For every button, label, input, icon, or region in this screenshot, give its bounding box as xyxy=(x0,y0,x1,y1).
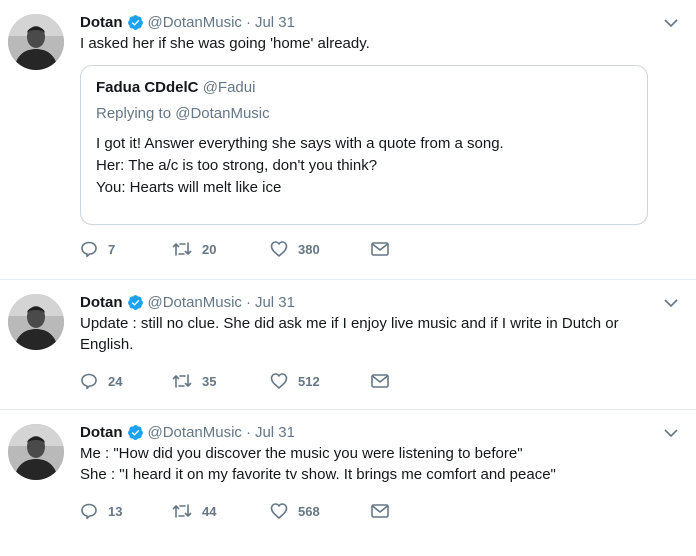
reply-count: 7 xyxy=(108,241,116,257)
like-count: 568 xyxy=(298,503,320,519)
tweet[interactable]: Dotan @DotanMusic · Jul 31 I asked her i… xyxy=(0,0,696,280)
tweet-header: Dotan @DotanMusic · Jul 31 xyxy=(80,292,680,312)
heart-icon xyxy=(270,373,288,389)
chevron-down-icon[interactable] xyxy=(662,294,680,312)
retweet-icon xyxy=(172,504,192,518)
author-handle[interactable]: @DotanMusic xyxy=(148,14,242,31)
author-name[interactable]: Dotan xyxy=(80,424,123,441)
reply-icon xyxy=(81,241,97,258)
tweet-text: I asked her if she was going 'home' alre… xyxy=(80,35,370,52)
quoted-tweet[interactable]: Fadua CDdelC @Fadui Replying to @DotanMu… xyxy=(80,65,648,225)
reply-button[interactable]: 7 xyxy=(80,240,172,258)
tweet-actions: 7 20 380 xyxy=(80,239,680,259)
tweet-header: Dotan @DotanMusic · Jul 31 xyxy=(80,12,680,32)
tweet[interactable]: Dotan @DotanMusic · Jul 31 Update : stil… xyxy=(0,280,696,410)
tweet-date[interactable]: Jul 31 xyxy=(255,14,295,31)
chevron-down-icon[interactable] xyxy=(662,424,680,442)
retweet-icon xyxy=(172,374,192,388)
direct-message-button[interactable] xyxy=(370,373,390,389)
avatar[interactable] xyxy=(8,294,64,350)
retweet-button[interactable]: 20 xyxy=(172,240,270,258)
reply-icon xyxy=(81,503,97,520)
separator-dot: · xyxy=(245,13,251,31)
verified-badge-icon xyxy=(127,14,144,31)
like-button[interactable]: 512 xyxy=(270,372,370,390)
tweet-text: Update : still no clue. She did ask me i… xyxy=(80,315,619,353)
retweet-count: 20 xyxy=(202,241,217,257)
author-name[interactable]: Dotan xyxy=(80,294,123,311)
tweet-text: Me : "How did you discover the music you… xyxy=(80,445,556,483)
reply-icon xyxy=(81,373,97,390)
chevron-down-icon[interactable] xyxy=(662,14,680,32)
author-handle[interactable]: @DotanMusic xyxy=(148,294,242,311)
like-button[interactable]: 380 xyxy=(270,240,370,258)
retweet-count: 35 xyxy=(202,373,217,389)
tweet-date[interactable]: Jul 31 xyxy=(255,294,295,311)
reply-count: 24 xyxy=(108,373,123,389)
heart-icon xyxy=(270,241,288,257)
tweet-actions: 13 44 568 xyxy=(80,501,680,521)
reply-button[interactable]: 13 xyxy=(80,502,172,520)
quoted-header: Fadua CDdelC @Fadui xyxy=(96,77,632,98)
tweet-header: Dotan @DotanMusic · Jul 31 xyxy=(80,422,680,442)
retweet-button[interactable]: 44 xyxy=(172,502,270,520)
quoted-text: I got it! Answer everything she says wit… xyxy=(96,135,504,196)
retweet-count: 44 xyxy=(202,503,217,519)
like-count: 512 xyxy=(298,373,320,389)
quoted-author-handle: @Fadui xyxy=(202,79,256,96)
verified-badge-icon xyxy=(127,424,144,441)
tweet-date[interactable]: Jul 31 xyxy=(255,424,295,441)
direct-message-button[interactable] xyxy=(370,241,390,257)
retweet-button[interactable]: 35 xyxy=(172,372,270,390)
author-handle[interactable]: @DotanMusic xyxy=(148,424,242,441)
quoted-author-name: Fadua CDdelC xyxy=(96,79,199,96)
separator-dot: · xyxy=(245,423,251,441)
like-button[interactable]: 568 xyxy=(270,502,370,520)
tweet-actions: 24 35 512 xyxy=(80,371,680,391)
author-name[interactable]: Dotan xyxy=(80,14,123,31)
heart-icon xyxy=(270,503,288,519)
retweet-icon xyxy=(172,242,192,256)
avatar[interactable] xyxy=(8,14,64,70)
verified-badge-icon xyxy=(127,294,144,311)
tweet[interactable]: Dotan @DotanMusic · Jul 31 Me : "How did… xyxy=(0,410,696,556)
reply-count: 13 xyxy=(108,503,123,519)
envelope-icon xyxy=(371,242,389,256)
avatar[interactable] xyxy=(8,424,64,480)
envelope-icon xyxy=(371,504,389,518)
replying-to[interactable]: Replying to @DotanMusic xyxy=(96,103,632,124)
separator-dot: · xyxy=(245,293,251,311)
envelope-icon xyxy=(371,374,389,388)
reply-button[interactable]: 24 xyxy=(80,372,172,390)
direct-message-button[interactable] xyxy=(370,503,390,519)
like-count: 380 xyxy=(298,241,320,257)
